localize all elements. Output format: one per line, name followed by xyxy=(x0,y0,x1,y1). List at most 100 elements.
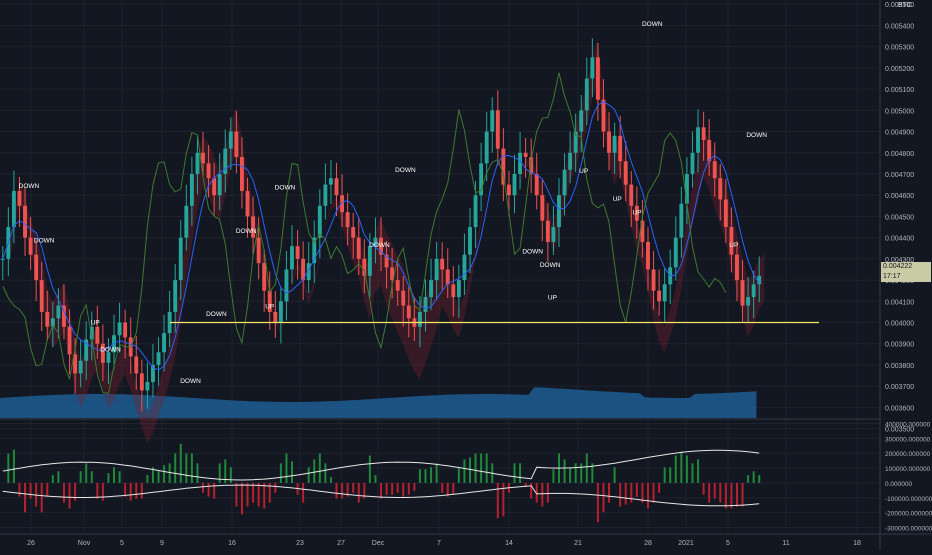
candle-body xyxy=(206,163,211,179)
signal-label-up: UP xyxy=(613,196,622,203)
candle-body xyxy=(262,263,267,291)
candle-body xyxy=(462,254,467,281)
candle-body xyxy=(240,157,244,191)
candle-body xyxy=(156,352,161,365)
candle-body xyxy=(23,205,27,238)
candle-body xyxy=(723,199,728,228)
signal-label-up: UP xyxy=(91,320,100,327)
candle-body xyxy=(323,184,328,206)
signal-label-up: UP xyxy=(265,304,274,311)
candle-body xyxy=(162,333,167,353)
candle-body xyxy=(284,269,289,302)
candle-body xyxy=(95,326,100,344)
candle-body xyxy=(551,227,556,242)
signal-label-down: DOWN xyxy=(746,132,767,139)
price-tick-label: 0.004400 xyxy=(885,236,914,243)
macd-tick-label: 400000.000000 xyxy=(885,421,931,428)
signal-label-down: DOWN xyxy=(395,167,416,174)
candle-body xyxy=(712,161,717,179)
candle-body xyxy=(562,169,567,196)
candle-body xyxy=(345,212,350,228)
price-tick-label: 0.004700 xyxy=(885,172,914,179)
candle-body xyxy=(45,311,50,327)
candle-body xyxy=(56,305,61,319)
trading-chart[interactable]: 0.003500 0.003600 0.003700 0.003800 0.003900… xyxy=(0,0,932,550)
candle-body xyxy=(579,110,584,132)
macd-tick-label: -300000.000000 xyxy=(885,526,932,533)
signal-label-down: DOWN xyxy=(180,378,201,385)
candle-body xyxy=(173,280,178,312)
signal-label-down: DOWN xyxy=(275,185,296,192)
time-tick-label: 5 xyxy=(726,540,730,547)
candle-body xyxy=(506,184,511,196)
candle-body xyxy=(629,184,634,206)
candle-body xyxy=(184,205,189,238)
candle-body xyxy=(651,269,656,291)
candle-body xyxy=(367,246,372,276)
time-tick-label: 26 xyxy=(27,540,35,547)
candle-body xyxy=(468,227,472,255)
candle-body xyxy=(417,311,422,327)
candle-body xyxy=(67,326,72,355)
time-tick-label: 23 xyxy=(296,540,304,547)
candle-body xyxy=(612,135,617,153)
candle-body xyxy=(595,57,600,100)
candle-body xyxy=(139,373,144,391)
candle-body xyxy=(212,178,217,196)
macd-tick-label: 200000.000000 xyxy=(885,451,931,458)
candle-body xyxy=(735,254,739,281)
candle-body xyxy=(618,135,623,162)
candle-body xyxy=(295,246,300,259)
time-tick-label: Nov xyxy=(78,540,91,547)
candle-body xyxy=(78,360,83,374)
candle-body xyxy=(0,258,5,260)
macd-tick-label: 300000.000000 xyxy=(885,436,931,443)
price-tick-label: 0.004800 xyxy=(885,151,914,158)
price-tick-label: 0.003800 xyxy=(885,363,914,370)
candle-body xyxy=(395,280,400,291)
candle-body xyxy=(690,152,695,174)
candle-body xyxy=(123,322,128,338)
candle-body xyxy=(317,205,322,238)
signal-label-down: DOWN xyxy=(642,21,663,28)
bar-countdown-badge: 17:17 xyxy=(881,272,931,282)
candle-body xyxy=(490,110,495,132)
candle-body xyxy=(746,297,751,306)
candle-body xyxy=(696,127,700,153)
time-tick-label: 18 xyxy=(853,540,861,547)
time-tick-label: 27 xyxy=(337,540,345,547)
candle-body xyxy=(701,127,706,141)
macd-tick-label: -100000.000000 xyxy=(885,496,932,503)
macd-tick-label: 100000.000000 xyxy=(885,466,931,473)
chart-canvas[interactable]: 0.0035000.0036000.0037000.0038000.003900… xyxy=(0,0,932,550)
signal-label-up: UP xyxy=(729,242,738,249)
candle-body xyxy=(679,203,684,238)
price-tick-label: 0.003900 xyxy=(885,342,914,349)
candle-body xyxy=(501,148,506,185)
candle-body xyxy=(607,131,611,153)
candle-body xyxy=(356,237,361,259)
candle-body xyxy=(178,237,183,281)
candle-body xyxy=(584,78,589,111)
candle-body xyxy=(34,254,39,281)
candle-body xyxy=(117,322,122,336)
current-price-badge: 0.004222 xyxy=(881,262,931,272)
time-tick-label: 9 xyxy=(160,540,164,547)
price-tick-label: 0.004600 xyxy=(885,193,914,200)
candle-body xyxy=(590,57,595,79)
time-tick-label: 28 xyxy=(644,540,652,547)
candle-body xyxy=(445,269,450,285)
candle-body xyxy=(401,290,406,306)
signal-label-down: DOWN xyxy=(34,238,55,245)
candle-body xyxy=(707,140,712,162)
time-tick-label: 2021 xyxy=(678,540,694,547)
quote-currency-label: BTC xyxy=(898,2,912,9)
macd-tick-label: -200000.000000 xyxy=(885,511,932,518)
candle-body xyxy=(28,237,33,255)
candle-body xyxy=(751,284,756,298)
price-tick-label: 0.003700 xyxy=(885,384,914,391)
time-tick-label: Dec xyxy=(372,540,385,547)
candle-body xyxy=(228,131,233,149)
candle-body xyxy=(256,237,261,264)
candle-body xyxy=(351,227,356,238)
